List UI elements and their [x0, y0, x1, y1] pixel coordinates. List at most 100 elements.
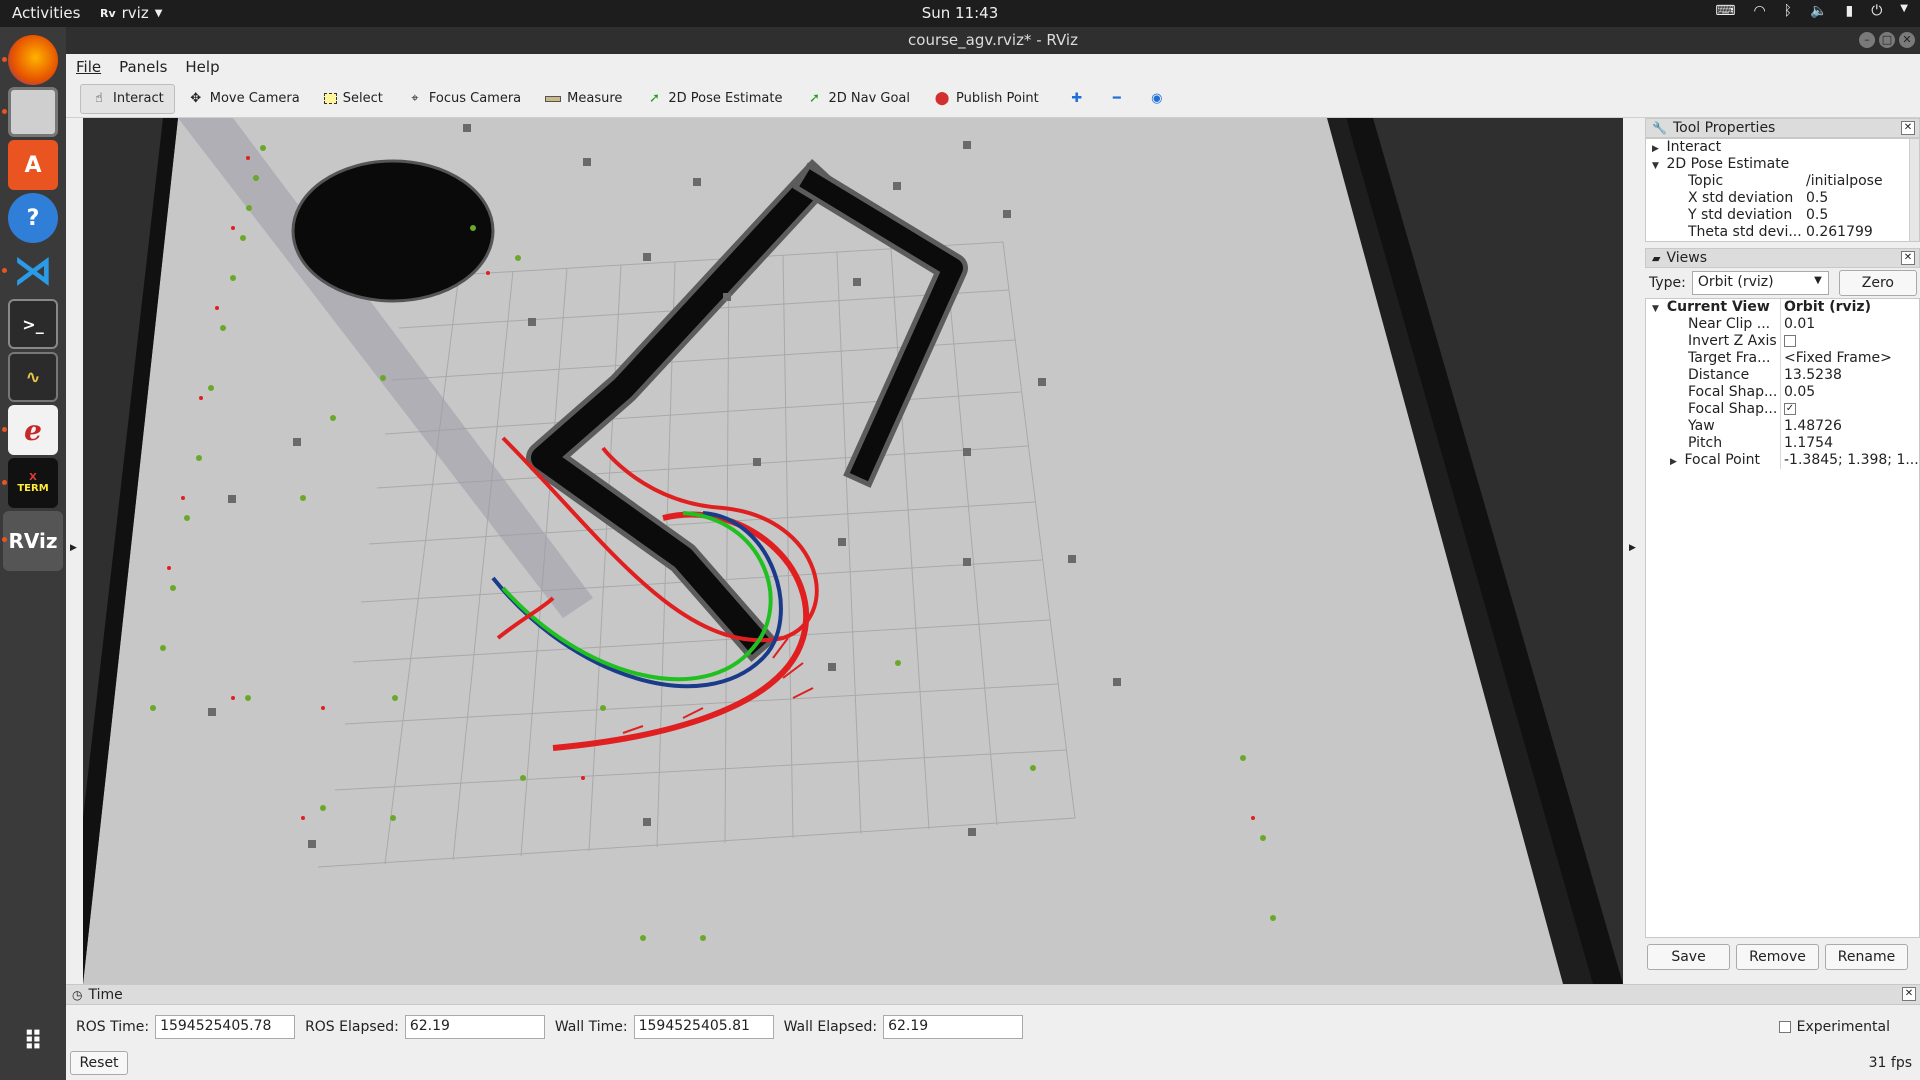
ros-time-field[interactable]: 1594525405.78	[155, 1015, 296, 1039]
clock[interactable]: Sun 11:43	[0, 4, 1920, 22]
wall-elapsed-field[interactable]: 62.19	[883, 1015, 1024, 1039]
terminal-icon[interactable]: >_	[8, 299, 58, 349]
system-top-bar: Activities Rv rviz ▼ Sun 11:43 ⌨ ◠ ᛒ 🔈 ▮…	[0, 0, 1920, 27]
reset-button-label: Reset	[79, 1055, 119, 1071]
ruler-icon	[545, 95, 562, 102]
expand-icon[interactable]: ▶	[1652, 144, 1662, 154]
experimental-checkbox[interactable]	[1778, 1021, 1791, 1033]
collapse-icon[interactable]: ▼	[1652, 304, 1662, 314]
menu-panels[interactable]: Panels	[119, 58, 167, 76]
property-value[interactable]: 0.05	[1784, 384, 1815, 400]
add-tool-button[interactable]: ✚	[1058, 84, 1096, 114]
invert-z-checkbox[interactable]	[1784, 335, 1796, 347]
menu-help[interactable]: Help	[185, 58, 219, 76]
save-button-label: Save	[1671, 949, 1706, 965]
system-tray[interactable]: ⌨ ◠ ᛒ 🔈 ▮ ⏻ ▼	[1715, 3, 1908, 19]
property-value[interactable]: 0.261799	[1806, 224, 1873, 240]
remove-button[interactable]: Remove	[1736, 944, 1819, 970]
menu-bar: File Panels Help	[66, 54, 1920, 80]
tool-move-camera[interactable]: ✥ Move Camera	[177, 84, 311, 114]
remove-tool-button[interactable]: ━	[1098, 84, 1136, 114]
expand-icon[interactable]: ▶	[1670, 457, 1680, 467]
close-button[interactable]: ✕	[1899, 32, 1915, 48]
tool-2d-pose-estimate[interactable]: ➚ 2D Pose Estimate	[635, 84, 793, 114]
tool-focus-camera[interactable]: ⌖ Focus Camera	[396, 84, 532, 114]
view-type-select[interactable]: Orbit (rviz) ▼	[1691, 271, 1829, 295]
focus-crosshair-icon: ⌖	[411, 90, 419, 106]
wall-time-label: Wall Time:	[554, 1019, 628, 1035]
tool-2d-nav-goal[interactable]: ➚ 2D Nav Goal	[795, 84, 921, 114]
minimize-button[interactable]: –	[1859, 32, 1875, 48]
document-viewer-icon[interactable]: ℯ	[8, 405, 58, 455]
current-view-row[interactable]: ▼ Current View Orbit (rviz)	[1646, 299, 1919, 316]
reset-button[interactable]: Reset	[70, 1051, 128, 1075]
rename-button[interactable]: Rename	[1825, 944, 1908, 970]
collapse-icon[interactable]: ▼	[1652, 161, 1662, 171]
property-row[interactable]: Y std deviation 0.5	[1646, 207, 1919, 224]
chevron-down-icon: ▼	[1900, 3, 1908, 14]
system-monitor-icon[interactable]: ∿	[8, 352, 58, 402]
close-icon[interactable]: ✕	[1901, 251, 1915, 265]
vscode-icon[interactable]: ⋊	[8, 246, 58, 296]
window-titlebar[interactable]: course_agv.rviz* - RViz – □ ✕	[66, 27, 1920, 54]
view-property-row[interactable]: Focal Shap... 0.05	[1646, 384, 1919, 401]
focal-shape-checkbox[interactable]: ✓	[1784, 403, 1796, 415]
tool-interact[interactable]: ☝ Interact	[80, 83, 175, 114]
property-value[interactable]: 13.5238	[1784, 367, 1842, 383]
show-applications-icon[interactable]: ⠿	[8, 1017, 58, 1067]
property-value[interactable]: 1.48726	[1784, 418, 1842, 434]
view-property-row[interactable]: Focal Shap... ✓	[1646, 401, 1919, 418]
menu-file[interactable]: File	[76, 58, 101, 76]
experimental-option[interactable]: Experimental	[1778, 1019, 1890, 1035]
property-row[interactable]: Topic /initialpose	[1646, 173, 1919, 190]
property-value[interactable]: 0.5	[1806, 190, 1828, 206]
tool-measure[interactable]: Measure	[534, 84, 633, 114]
property-value[interactable]: 1.1754	[1784, 435, 1833, 451]
tree-row-pose-estimate[interactable]: ▼ 2D Pose Estimate	[1646, 156, 1919, 173]
scene-render	[83, 118, 1623, 984]
view-property-row[interactable]: Target Fra... <Fixed Frame>	[1646, 350, 1919, 367]
save-button[interactable]: Save	[1647, 944, 1730, 970]
property-value[interactable]: -1.3845; 1.398; 1...	[1784, 452, 1919, 468]
tree-row-interact[interactable]: ▶ Interact	[1646, 139, 1919, 156]
help-icon[interactable]: ?	[8, 193, 58, 243]
view-property-row[interactable]: Yaw 1.48726	[1646, 418, 1919, 435]
bluetooth-icon: ᛒ	[1783, 3, 1793, 19]
expand-right-arrow-icon[interactable]: ▶	[1629, 543, 1636, 553]
view-property-row[interactable]: Near Clip ... 0.01	[1646, 316, 1919, 333]
view-property-row[interactable]: Pitch 1.1754	[1646, 435, 1919, 452]
rviz-icon[interactable]: RViz	[3, 511, 63, 571]
xterm-icon[interactable]: X TERM	[8, 458, 58, 508]
maximize-button[interactable]: □	[1879, 32, 1895, 48]
xterm-label-bottom: TERM	[17, 483, 49, 494]
map-pin-icon: ⬤	[934, 90, 950, 106]
close-icon[interactable]: ✕	[1902, 987, 1916, 1001]
expand-left-arrow-icon[interactable]: ▶	[70, 543, 77, 553]
software-center-icon[interactable]: A	[8, 140, 58, 190]
property-value[interactable]: 0.5	[1806, 207, 1828, 223]
view-property-row[interactable]: Distance 13.5238	[1646, 367, 1919, 384]
wall-elapsed-label: Wall Elapsed:	[783, 1019, 878, 1035]
wall-time-field[interactable]: 1594525405.81	[633, 1015, 774, 1039]
property-value[interactable]: /initialpose	[1806, 173, 1883, 189]
property-value[interactable]: <Fixed Frame>	[1784, 350, 1892, 366]
tool-select[interactable]: Select	[313, 84, 394, 114]
property-value[interactable]: 0.01	[1784, 316, 1815, 332]
property-key: Invert Z Axis	[1688, 333, 1777, 349]
tool-publish-point[interactable]: ⬤ Publish Point	[923, 84, 1050, 114]
tool-properties-scrollbar[interactable]	[1909, 139, 1919, 241]
render-viewport[interactable]	[83, 118, 1623, 984]
hand-cursor-icon: ☝	[95, 90, 103, 106]
property-row[interactable]: X std deviation 0.5	[1646, 190, 1919, 207]
property-row[interactable]: Theta std devi... 0.261799	[1646, 224, 1919, 241]
close-icon[interactable]: ✕	[1901, 121, 1915, 135]
ros-elapsed-field[interactable]: 62.19	[404, 1015, 545, 1039]
firefox-icon[interactable]	[8, 35, 58, 85]
tool-publish-point-label: Publish Point	[956, 91, 1039, 106]
zero-button-label: Zero	[1861, 275, 1894, 291]
view-property-row[interactable]: Invert Z Axis	[1646, 333, 1919, 350]
zero-button[interactable]: Zero	[1838, 270, 1917, 296]
tool-options-button[interactable]: ◉	[1138, 84, 1176, 114]
view-property-row[interactable]: ▶ Focal Point -1.3845; 1.398; 1...	[1646, 452, 1919, 469]
files-icon[interactable]	[8, 87, 58, 137]
